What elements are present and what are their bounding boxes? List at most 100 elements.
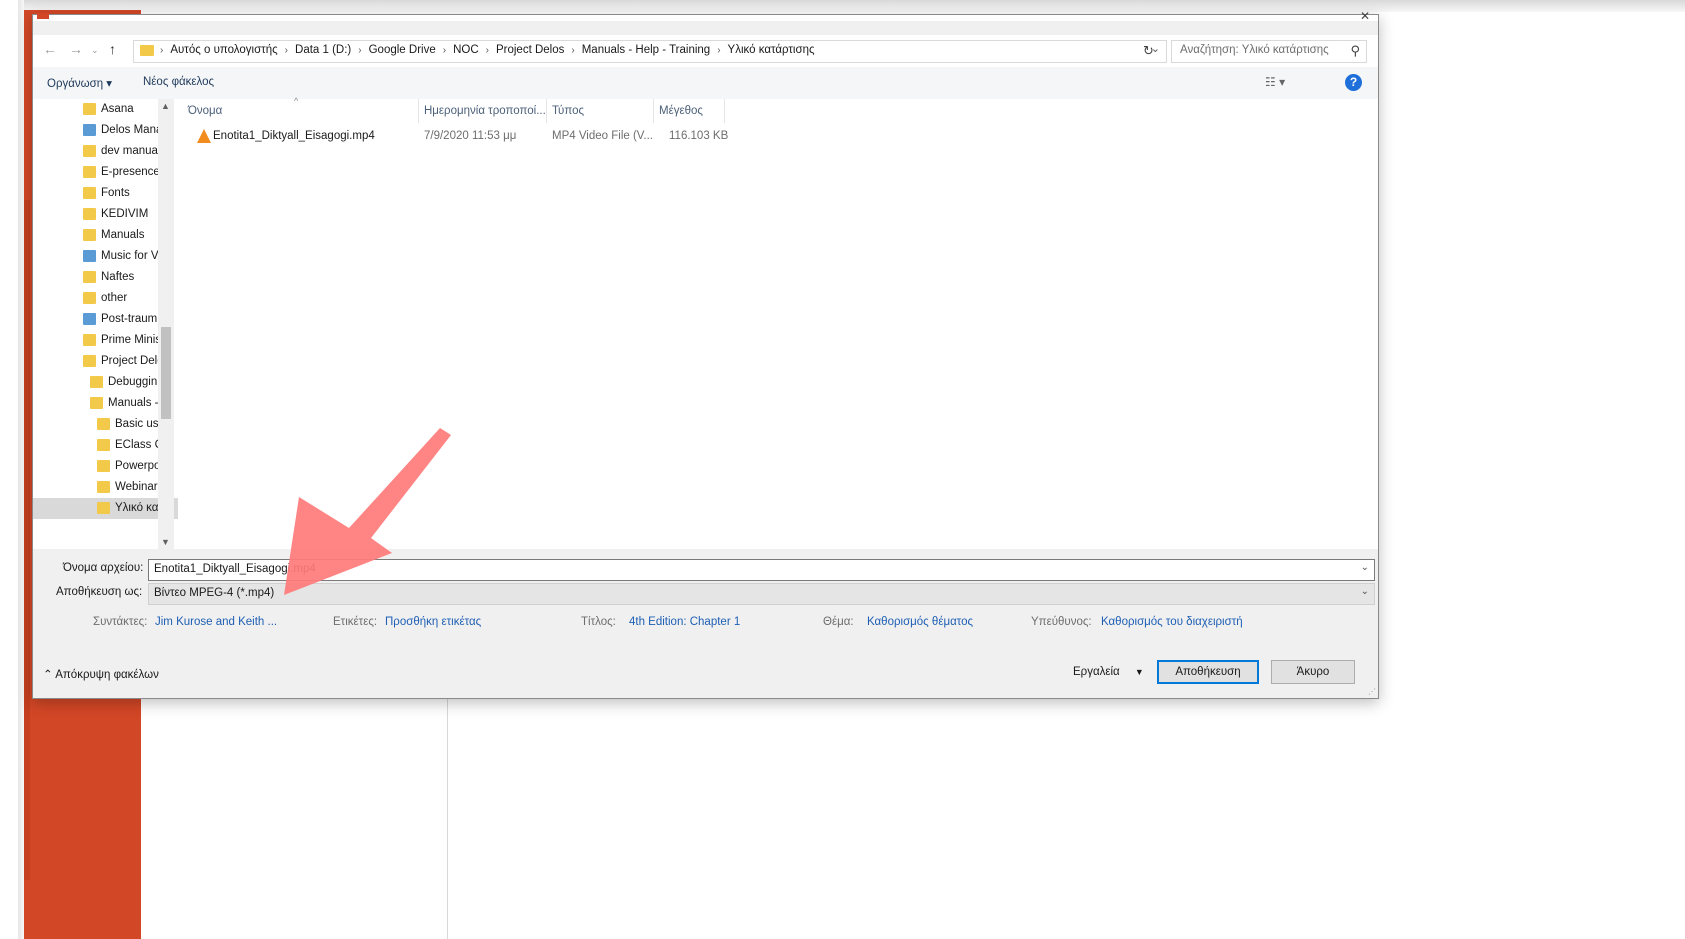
nav-item-webinar[interactable]: Webinar — [33, 477, 178, 498]
folder-icon — [97, 502, 110, 514]
hide-folders-label: Απόκρυψη φακέλων — [55, 669, 159, 681]
folder-icon — [90, 376, 103, 388]
file-type: MP4 Video File (V... — [552, 130, 653, 142]
column-divider[interactable] — [653, 99, 654, 123]
savetype-select[interactable]: Βίντεο MPEG-4 (*.mp4) ⌄ — [148, 583, 1375, 605]
recent-locations-chevron-icon[interactable]: ⌄ — [91, 45, 99, 56]
title-field[interactable]: 4th Edition: Chapter 1 — [629, 616, 740, 628]
title-label: Τίτλος: — [581, 616, 616, 628]
nav-item-label: Fonts — [101, 187, 130, 199]
column-header-size[interactable]: Μέγεθος — [659, 105, 703, 117]
scroll-down-icon[interactable]: ▼ — [161, 537, 170, 547]
breadcrumb-item[interactable]: Google Drive — [369, 44, 436, 56]
up-arrow-icon[interactable]: ↑ — [109, 41, 116, 57]
nav-item-debugging[interactable]: Debuggin — [33, 372, 178, 393]
search-input[interactable]: Αναζήτηση: Υλικό κατάρτισης ⚲ — [1171, 40, 1367, 63]
view-options-icon[interactable]: ☷ ▾ — [1265, 75, 1285, 89]
nav-item-naftes[interactable]: Naftes — [33, 267, 178, 288]
breadcrumb-item[interactable]: Data 1 (D:) — [295, 44, 351, 56]
breadcrumb-item[interactable]: Αυτός ο υπολογιστής — [170, 44, 277, 56]
window-shadow-top — [20, 0, 1685, 12]
manager-label: Υπεύθυνος: — [1031, 616, 1092, 628]
user-folder-icon — [83, 313, 96, 325]
address-bar[interactable]: › Αυτός ο υπολογιστής › Data 1 (D:) › Google … — [133, 40, 1167, 63]
user-folder-icon — [83, 124, 96, 136]
chevron-down-icon[interactable]: ⌄ — [1361, 586, 1369, 597]
nav-item-dev-manual[interactable]: dev manual — [33, 141, 178, 162]
breadcrumb-item[interactable]: Manuals - Help - Training — [582, 44, 710, 56]
dropdown-arrow-icon: ▼ — [1134, 667, 1144, 677]
nav-item-manuals[interactable]: Manuals — [33, 225, 178, 246]
nav-item-basic-use[interactable]: Basic use — [33, 414, 178, 435]
savetype-value: Βίντεο MPEG-4 (*.mp4) — [154, 587, 275, 599]
folder-icon — [83, 271, 96, 283]
app-icon — [37, 13, 49, 19]
organize-button[interactable]: Οργάνωση ▾ — [47, 76, 112, 90]
cancel-button[interactable]: Άκυρο — [1271, 660, 1355, 684]
nav-item-delos-mana[interactable]: Delos Mana — [33, 120, 178, 141]
column-header-date[interactable]: Ημερομηνία τροποποί... — [424, 105, 546, 117]
file-size: 116.103 KB — [669, 130, 729, 142]
authors-label: Συντάκτες: — [93, 616, 148, 628]
column-header-name[interactable]: Όνομα — [188, 105, 222, 117]
save-options-panel: Όνομα αρχείου: Enotita1_Diktyall_Eisagog… — [33, 549, 1378, 698]
back-arrow-icon[interactable]: ← — [43, 41, 57, 57]
nav-item-label: Project Delc — [101, 355, 158, 367]
nav-item-other[interactable]: other — [33, 288, 178, 309]
nav-item-label: Post-traum — [101, 313, 158, 325]
breadcrumb-item[interactable]: Υλικό κατάρτισης — [728, 44, 815, 56]
folder-icon — [83, 292, 96, 304]
nav-item-label: dev manual — [101, 145, 158, 157]
column-divider[interactable] — [546, 99, 547, 123]
file-row[interactable]: Enotita1_Diktyall_Eisagogi.mp4 7/9/2020 … — [178, 125, 778, 149]
nav-item-post-trauma[interactable]: Post-traum — [33, 309, 178, 330]
nav-scrollbar[interactable]: ▲ ▼ — [158, 99, 174, 549]
nav-item-powerpoint[interactable]: Powerpo — [33, 456, 178, 477]
resize-grip-icon[interactable]: ⋰ — [1368, 687, 1376, 696]
scroll-up-icon[interactable]: ▲ — [161, 101, 170, 111]
folder-icon — [83, 208, 96, 220]
nav-item-kedivim[interactable]: KEDIVIM — [33, 204, 178, 225]
nav-item-label: KEDIVIM — [101, 208, 149, 220]
refresh-icon[interactable]: ↻ — [1143, 43, 1154, 59]
folder-icon — [140, 45, 154, 56]
authors-field[interactable]: Jim Kurose and Keith ... — [155, 616, 277, 628]
column-divider[interactable] — [724, 99, 725, 123]
scrollbar-thumb[interactable] — [161, 327, 171, 419]
folder-icon — [83, 187, 96, 199]
help-icon[interactable]: ? — [1345, 74, 1362, 91]
save-button[interactable]: Αποθήκευση — [1157, 660, 1259, 684]
user-folder-icon — [83, 250, 96, 262]
subject-field[interactable]: Καθορισμός θέματος — [867, 616, 973, 628]
folder-icon — [97, 418, 110, 430]
nav-item-label: Debuggin — [108, 376, 158, 388]
subject-label: Θέμα: — [823, 616, 854, 628]
nav-item-asana[interactable]: Asana — [33, 99, 178, 120]
forward-arrow-icon[interactable]: → — [69, 41, 83, 57]
app-content-divider — [447, 695, 448, 939]
close-icon[interactable]: ✕ — [1360, 9, 1370, 23]
breadcrumb-item[interactable]: NOC — [453, 44, 479, 56]
nav-item-label: Basic use — [115, 418, 158, 430]
chevron-down-icon[interactable]: ⌄ — [1361, 562, 1369, 573]
nav-item-project-delos[interactable]: Project Delc — [33, 351, 178, 372]
nav-item-music[interactable]: Music for Vi — [33, 246, 178, 267]
hide-folders-button[interactable]: ⌃ Απόκρυψη φακέλων — [43, 667, 159, 681]
nav-item-training-material[interactable]: Υλικό κα — [33, 498, 178, 519]
folder-icon — [83, 145, 96, 157]
nav-item-e-presence[interactable]: E-presence — [33, 162, 178, 183]
new-folder-button[interactable]: Νέος φάκελος — [143, 76, 214, 88]
column-divider[interactable] — [418, 99, 419, 123]
nav-item-manuals-help[interactable]: Manuals - — [33, 393, 178, 414]
filename-input[interactable]: Enotita1_Diktyall_Eisagogi.mp4 ⌄ — [148, 559, 1375, 581]
nav-item-eclass[interactable]: EClass C — [33, 435, 178, 456]
breadcrumb-item[interactable]: Project Delos — [496, 44, 564, 56]
dialog-titlebar: ✕ — [33, 9, 1378, 23]
tools-menu-button[interactable]: Εργαλεία ▼ — [1073, 666, 1144, 678]
nav-item-fonts[interactable]: Fonts — [33, 183, 178, 204]
folder-icon — [83, 166, 96, 178]
tags-field[interactable]: Προσθήκη ετικέτας — [385, 616, 481, 628]
manager-field[interactable]: Καθορισμός του διαχειριστή — [1101, 616, 1243, 628]
nav-item-prime-minister[interactable]: Prime Minis — [33, 330, 178, 351]
column-header-type[interactable]: Τύπος — [552, 105, 584, 117]
